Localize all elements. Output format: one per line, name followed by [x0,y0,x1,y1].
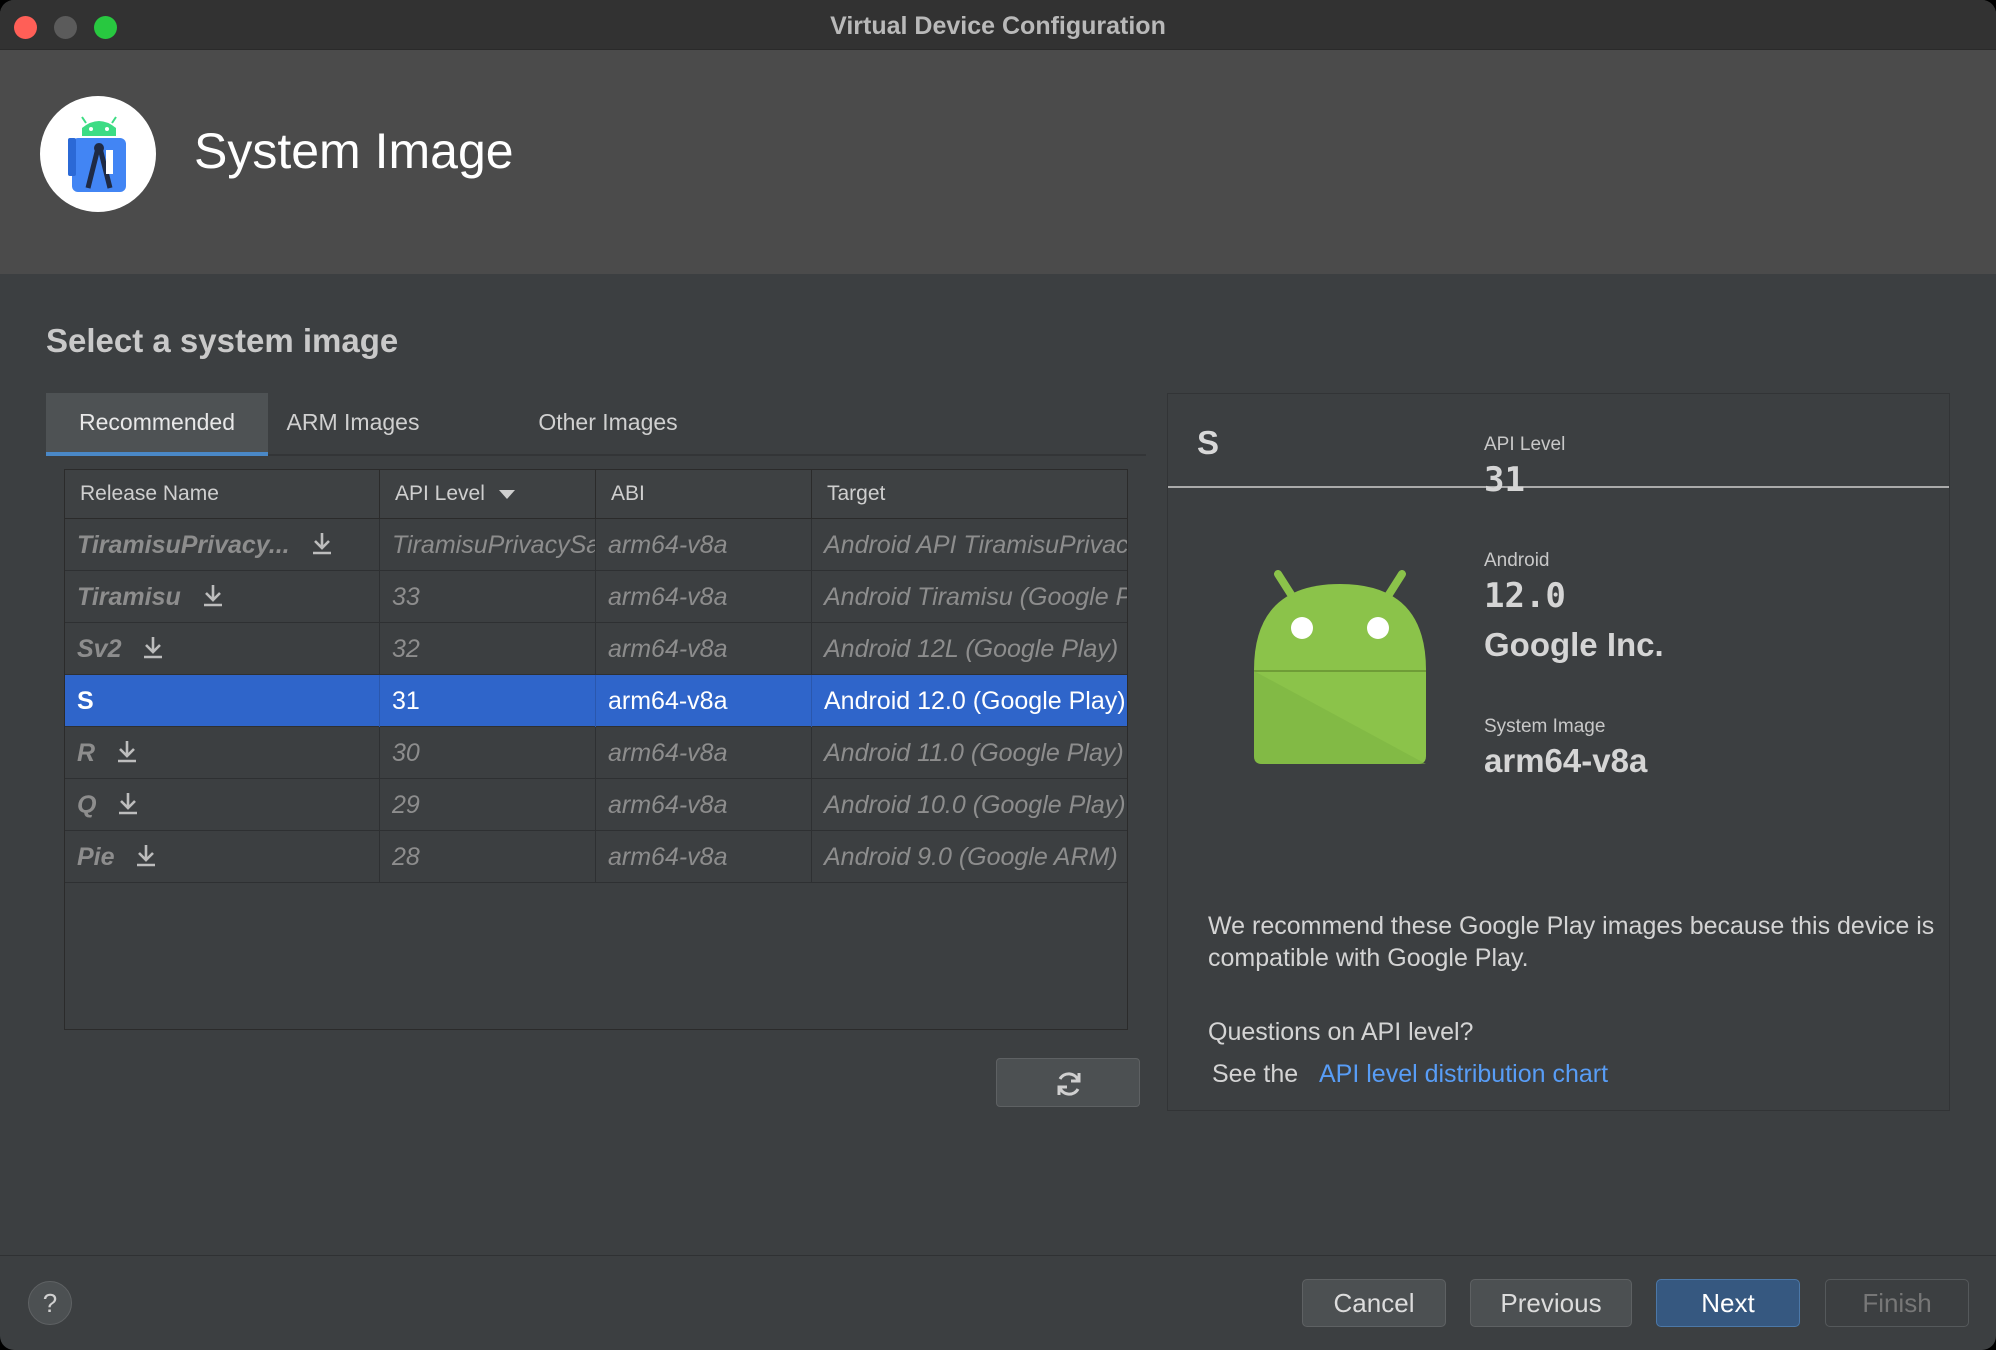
android-studio-logo [40,96,156,212]
cell-abi: arm64-v8a [596,623,812,675]
window-title: Virtual Device Configuration [830,12,1166,40]
cell-release-name: R [65,727,380,779]
table-row[interactable]: Sv2 32 arm64-v8a Android 12L (Google Pla… [65,623,1127,675]
cell-abi: arm64-v8a [596,675,812,727]
cell-abi: arm64-v8a [596,519,812,571]
see-the-text: See the [1212,1060,1299,1088]
cell-target: Android 9.0 (Google ARM) [824,843,1118,871]
cell-abi: arm64-v8a [596,779,812,831]
table-header: Release Name API Level ABI Target [65,470,1127,519]
column-header-abi[interactable]: ABI [596,470,812,519]
system-image-detail-panel: S API Level 31 Android 12.0 Google Inc. … [1167,393,1950,1111]
refresh-button[interactable] [996,1058,1140,1107]
detail-title: S [1197,424,1220,461]
release-name-text: Q [77,791,97,819]
download-icon[interactable] [135,843,157,867]
api-level-label: API Level [1484,434,1566,455]
refresh-icon [1057,1072,1081,1096]
table-row[interactable]: Pie 28 arm64-v8a Android 9.0 (Google ARM… [65,831,1127,883]
cell-api-level: 28 [380,831,596,883]
android-label: Android [1484,550,1550,571]
download-icon[interactable] [202,583,224,607]
cell-api-level: 31 [380,675,596,727]
cell-api-level: 30 [380,727,596,779]
release-name-text: Tiramisu [77,583,181,611]
cell-target: Android Tiramisu (Google Play) [824,583,1127,611]
android-version-value: 12.0 [1484,576,1566,616]
cell-api-level: 32 [380,623,596,675]
cell-target: Android 10.0 (Google Play) [824,791,1126,819]
column-header-api-level-label: API Level [395,482,485,505]
system-image-table: Release Name API Level ABI Target Tirami… [64,469,1128,1030]
system-image-label: System Image [1484,716,1606,737]
wizard-header: System Image [0,50,1996,274]
android-studio-icon [68,116,126,192]
cell-target: Android API TiramisuPrivacySandbox [824,531,1128,559]
section-title: Select a system image [46,322,399,359]
table-row[interactable]: Tiramisu 33 arm64-v8a Android Tiramisu (… [65,571,1127,623]
tab-recommended[interactable]: Recommended [46,393,268,456]
system-image-value: arm64-v8a [1484,742,1648,779]
next-button[interactable]: Next [1656,1279,1800,1327]
title-bar: Virtual Device Configuration [0,0,1996,50]
table-row-selected[interactable]: S 31 arm64-v8a Android 12.0 (Google Play… [65,675,1127,727]
column-header-target[interactable]: Target [812,470,1127,519]
cell-api-level: 29 [380,779,596,831]
help-button[interactable]: ? [28,1281,72,1325]
cell-release-name: S [65,675,380,727]
api-question-text: Questions on API level? [1208,1018,1474,1046]
header-title: System Image [194,123,514,179]
api-level-distribution-link[interactable]: API level distribution chart [1319,1060,1608,1089]
cell-target: Android 12.0 (Google Play) [824,687,1126,715]
cancel-button[interactable]: Cancel [1302,1279,1446,1327]
cell-abi: arm64-v8a [596,831,812,883]
cell-abi: arm64-v8a [596,571,812,623]
image-tabs: Recommended ARM Images Other Images [46,393,1146,456]
download-icon[interactable] [311,531,333,555]
api-level-value: 31 [1484,460,1525,500]
release-name-text: TiramisuPrivacy... [77,531,290,559]
cell-release-name: Pie [65,831,380,883]
previous-button[interactable]: Previous [1470,1279,1632,1327]
release-name-text: Pie [77,843,115,871]
download-icon[interactable] [117,791,139,815]
release-name-text: R [77,739,96,767]
vendor-value: Google Inc. [1484,626,1664,663]
wizard-footer: ? Cancel Previous Next Finish [0,1255,1996,1350]
cell-api-level: 33 [380,571,596,623]
release-name-text: Sv2 [77,635,122,663]
tab-arm-images[interactable]: ARM Images [268,393,438,456]
cell-release-name: Q [65,779,380,831]
download-icon[interactable] [116,739,138,763]
sort-descending-icon [498,489,515,499]
table-row[interactable]: Q 29 arm64-v8a Android 10.0 (Google Play… [65,779,1127,831]
download-icon[interactable] [142,635,164,659]
table-row[interactable]: R 30 arm64-v8a Android 11.0 (Google Play… [65,727,1127,779]
cell-target: Android 11.0 (Google Play) [824,739,1124,767]
cell-release-name: Sv2 [65,623,380,675]
finish-button: Finish [1825,1279,1969,1327]
virtual-device-configuration-window: Virtual Device Configuration System Imag… [0,0,1996,1350]
table-body: TiramisuPrivacy... TiramisuPrivacySandbo… [65,519,1128,883]
cell-release-name: TiramisuPrivacy... [65,519,380,571]
android-robot-icon [1254,570,1426,764]
cell-target: Android 12L (Google Play) [824,635,1119,663]
tab-other-images[interactable]: Other Images [466,393,750,456]
table-row[interactable]: TiramisuPrivacy... TiramisuPrivacySandbo… [65,519,1128,571]
column-header-api-level[interactable]: API Level [380,470,596,519]
recommendation-text: We recommend these Google Play images be… [1208,912,1935,972]
cell-abi: arm64-v8a [596,727,812,779]
cell-release-name: Tiramisu [65,571,380,623]
cell-api-level: TiramisuPrivacySandbox [380,519,596,571]
column-header-release-name[interactable]: Release Name [65,470,380,519]
